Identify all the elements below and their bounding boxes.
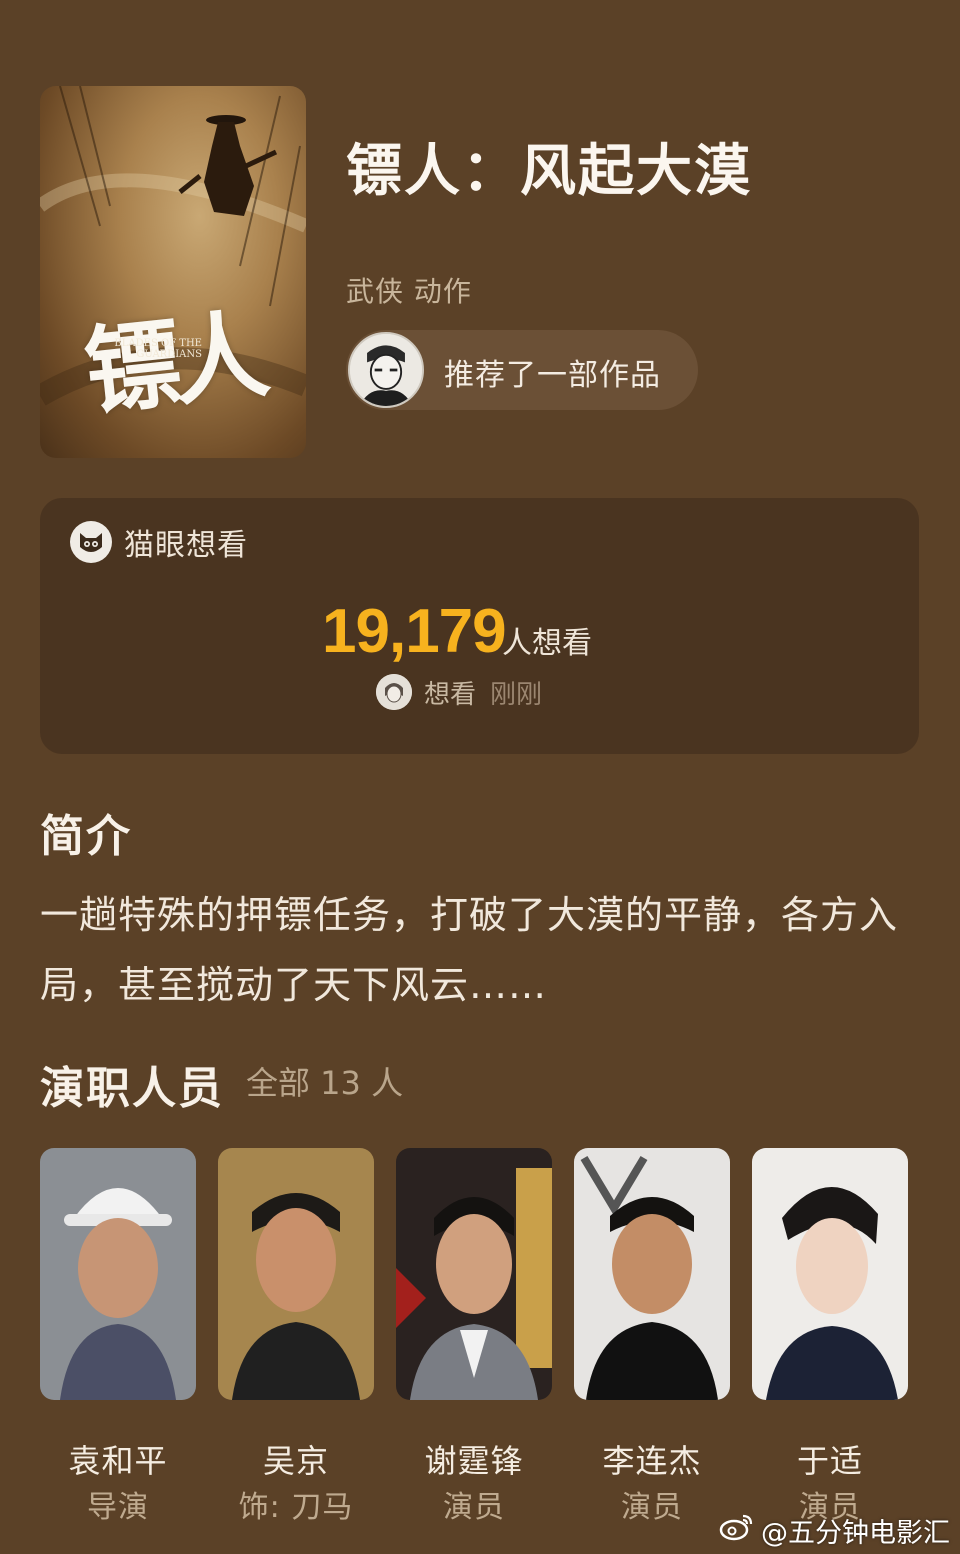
cast-name: 谢霆锋 xyxy=(424,1442,524,1480)
cast-card[interactable]: 吴京 饰: 刀马 xyxy=(218,1148,374,1525)
cast-list: 袁和平 导演 吴京 饰: 刀马 谢霆锋 演员 李连杰 演员 于适 演员 xyxy=(40,1148,920,1528)
cast-card[interactable]: 袁和平 导演 xyxy=(40,1148,196,1525)
recent-activity: 想看 刚刚 xyxy=(376,672,542,712)
recent-time: 刚刚 xyxy=(490,679,543,710)
want-count-unit: 人想看 xyxy=(502,626,592,661)
cast-photo[interactable] xyxy=(574,1148,730,1400)
source-label: 猫眼想看 xyxy=(124,528,248,563)
weibo-icon xyxy=(719,1512,755,1549)
cast-card[interactable]: 谢霆锋 演员 xyxy=(396,1148,552,1525)
want-to-see-card[interactable]: 猫眼想看 19,179 人想看 想看 刚刚 xyxy=(40,498,919,754)
poster-english-title: BLADES OF THE GUARDIANS xyxy=(114,338,202,360)
cast-role: 演员 xyxy=(443,1490,505,1525)
cast-card[interactable]: 于适 演员 xyxy=(752,1148,908,1525)
cast-role: 导演 xyxy=(87,1490,149,1525)
cast-photo[interactable] xyxy=(752,1148,908,1400)
page-title: 镖人：风起大漠 xyxy=(346,139,752,204)
cast-name: 于适 xyxy=(796,1442,863,1480)
recommend-label: 推荐了一部作品 xyxy=(444,358,661,393)
watermark-text: @五分钟电影汇 xyxy=(761,1517,950,1549)
cast-role: 饰: 刀马 xyxy=(238,1490,354,1525)
avatar[interactable] xyxy=(348,332,424,408)
cast-heading: 演职人员 xyxy=(40,1063,224,1114)
cast-photo[interactable] xyxy=(396,1148,552,1400)
cast-name: 李连杰 xyxy=(602,1442,702,1480)
maoyan-cat-icon xyxy=(70,521,112,563)
recent-user-avatar xyxy=(376,674,412,710)
watermark: @五分钟电影汇 xyxy=(719,1512,950,1549)
cast-photo[interactable] xyxy=(40,1148,196,1400)
synopsis-text: 一趟特殊的押镖任务，打破了大漠的平静，各方入局，甚至搅动了天下风云…… xyxy=(40,893,899,1007)
genre-tags: 武侠 动作 xyxy=(346,275,472,308)
cast-card[interactable]: 李连杰 演员 xyxy=(574,1148,730,1525)
movie-poster[interactable]: 镖人 BLADES OF THE GUARDIANS xyxy=(40,86,306,458)
cast-name: 袁和平 xyxy=(68,1442,168,1480)
cast-name: 吴京 xyxy=(262,1442,329,1480)
want-count: 19,179 xyxy=(322,597,507,666)
synopsis-heading: 简介 xyxy=(40,811,132,862)
cast-total-link[interactable]: 全部 13 人 xyxy=(246,1058,403,1104)
cast-photo[interactable] xyxy=(218,1148,374,1400)
card-header: 猫眼想看 xyxy=(70,521,248,563)
recent-action: 想看 xyxy=(424,679,477,710)
recommender-chip[interactable]: 推荐了一部作品 xyxy=(346,330,698,410)
